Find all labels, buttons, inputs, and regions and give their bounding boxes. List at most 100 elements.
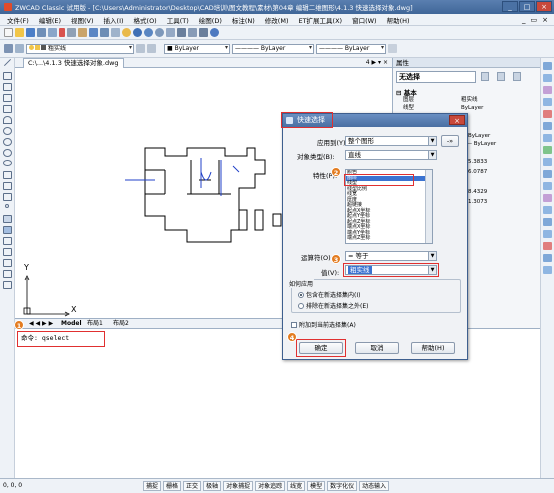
properties-scrollbar[interactable] — [425, 170, 432, 243]
status-lineweight[interactable]: 线宽 — [287, 481, 306, 491]
menu-edit[interactable]: 编辑(E) — [34, 15, 66, 25]
selection-combo[interactable]: 无选择 — [396, 71, 476, 83]
design-center-icon[interactable] — [177, 28, 186, 37]
status-tablet[interactable]: 数字化仪 — [327, 481, 358, 491]
new-icon[interactable] — [4, 28, 13, 37]
list-item[interactable]: 端点Z坐标 — [346, 235, 432, 242]
array-icon[interactable] — [543, 110, 552, 118]
radio-exclude[interactable]: 排除在新选择集之外(E) — [298, 301, 368, 310]
break-icon[interactable] — [543, 194, 552, 202]
maximize-button[interactable]: □ — [519, 1, 535, 12]
gradient-icon[interactable] — [3, 226, 12, 234]
linetype-combo[interactable]: ———— ByLayer — [232, 43, 314, 54]
align-icon[interactable] — [543, 266, 552, 274]
plot-style-icon[interactable] — [388, 44, 397, 53]
status-model[interactable]: 模型 — [307, 481, 326, 491]
hatch-icon[interactable] — [3, 215, 12, 223]
append-checkbox[interactable]: 附加到当前选择集(A) — [291, 320, 356, 329]
trim-icon[interactable] — [543, 170, 552, 178]
offset-icon[interactable] — [543, 98, 552, 106]
radio-include[interactable]: 包含在新选择集内(I) — [298, 290, 360, 299]
zoom-previous-icon[interactable] — [155, 28, 164, 37]
doc-restore-button[interactable]: ▭ — [531, 16, 538, 24]
help-button[interactable]: 帮助(H) — [411, 342, 455, 354]
operator-select[interactable]: = 等于 ▼ — [345, 251, 437, 261]
command-line[interactable]: 命令: qselect — [17, 331, 105, 347]
rotate-icon[interactable] — [543, 134, 552, 142]
rectangle-icon[interactable] — [3, 105, 12, 113]
circle-icon[interactable] — [3, 127, 12, 135]
dialog-close-button[interactable]: × — [449, 115, 465, 125]
menu-draw[interactable]: 绘图(D) — [194, 15, 227, 25]
document-tab[interactable]: C:\...\4.1.3 快速选择对象.dwg — [23, 58, 124, 68]
object-type-select[interactable]: 直线 ▼ — [345, 150, 437, 160]
layer-state-icon[interactable] — [15, 44, 24, 53]
chamfer-icon[interactable] — [543, 218, 552, 226]
prop-row-layer[interactable]: 图层 粗实线 — [403, 96, 539, 104]
stretch-icon[interactable] — [543, 158, 552, 166]
status-otrack[interactable]: 对象追踪 — [255, 481, 286, 491]
minimize-button[interactable]: _ — [502, 1, 518, 12]
status-ortho[interactable]: 正交 — [183, 481, 202, 491]
select-objects-icon[interactable] — [497, 72, 505, 81]
zoom-window-icon[interactable] — [144, 28, 153, 37]
cancel-button[interactable]: 取消 — [355, 342, 399, 354]
toggle-pickadd-icon[interactable] — [481, 72, 489, 81]
lengthen-icon[interactable] — [543, 254, 552, 262]
doc-minimize-button[interactable]: _ — [522, 16, 526, 24]
layer-manager-icon[interactable] — [4, 44, 13, 53]
save-icon[interactable] — [26, 28, 35, 37]
menu-dimension[interactable]: 标注(N) — [227, 15, 260, 25]
menu-window[interactable]: 窗口(W) — [347, 15, 382, 25]
help-icon[interactable] — [210, 28, 219, 37]
mtext-icon[interactable] — [3, 259, 12, 267]
tab-layout2[interactable]: 布局2 — [113, 319, 129, 328]
undo-icon[interactable] — [100, 28, 109, 37]
calculator-icon[interactable] — [199, 28, 208, 37]
scale-icon[interactable] — [543, 146, 552, 154]
lineweight-combo[interactable]: ———— ByLayer — [316, 43, 386, 54]
print-preview-icon[interactable] — [48, 28, 57, 37]
quick-select-icon[interactable] — [513, 72, 521, 81]
select-objects-button[interactable]: -» — [441, 135, 459, 147]
spline-icon[interactable] — [3, 149, 12, 157]
join-icon[interactable] — [543, 206, 552, 214]
menu-modify[interactable]: 修改(M) — [260, 15, 294, 25]
table-icon[interactable] — [3, 248, 12, 256]
fillet-icon[interactable] — [543, 230, 552, 238]
erase-icon[interactable] — [543, 62, 552, 70]
match-properties-icon[interactable] — [89, 28, 98, 37]
ellipse-arc-icon[interactable] — [3, 171, 12, 179]
menu-et-tools[interactable]: ET扩展工具(X) — [293, 15, 347, 25]
extend-icon[interactable] — [543, 182, 552, 190]
redo-icon[interactable] — [111, 28, 120, 37]
make-block-icon[interactable] — [3, 193, 12, 201]
tab-layout1[interactable]: 布局1 — [87, 319, 103, 328]
tab-model[interactable]: Model — [61, 319, 82, 328]
revision-cloud-icon[interactable] — [3, 138, 12, 146]
menu-file[interactable]: 文件(F) — [2, 15, 34, 25]
apply-to-select[interactable]: 整个图形 ▼ — [345, 136, 437, 146]
paste-icon[interactable] — [78, 28, 87, 37]
arc-icon[interactable] — [3, 116, 12, 124]
doc-close-button[interactable]: × — [542, 16, 548, 24]
properties-icon[interactable] — [166, 28, 175, 37]
tool-palette-icon[interactable] — [188, 28, 197, 37]
open-icon[interactable] — [15, 28, 24, 37]
layer-combo[interactable]: 粗实线 — [26, 43, 134, 54]
xline-icon[interactable] — [3, 72, 12, 80]
make-current-icon[interactable] — [136, 44, 145, 53]
grid-icon[interactable] — [3, 281, 12, 289]
menu-tools[interactable]: 工具(T) — [162, 15, 194, 25]
copy-icon[interactable] — [67, 28, 76, 37]
layer-previous-icon[interactable] — [147, 44, 156, 53]
menu-format[interactable]: 格式(O) — [129, 15, 162, 25]
polygon-icon[interactable] — [3, 94, 12, 102]
copy-object-icon[interactable] — [543, 74, 552, 82]
menu-insert[interactable]: 插入(I) — [99, 15, 129, 25]
insert-block-icon[interactable] — [3, 182, 12, 190]
layout-nav-arrows[interactable]: ◀ ◀ ▶ ▶ — [29, 319, 53, 328]
ellipse-icon[interactable] — [3, 160, 12, 166]
print-icon[interactable] — [37, 28, 46, 37]
mirror-icon[interactable] — [543, 86, 552, 94]
